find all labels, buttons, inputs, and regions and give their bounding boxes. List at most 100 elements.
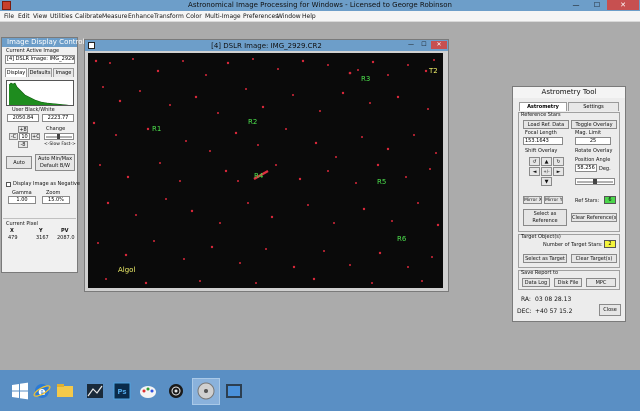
mirror-y-button[interactable]: Mirror Y xyxy=(544,196,563,204)
aip4win-icon[interactable] xyxy=(166,381,186,401)
label-r2: R2 xyxy=(248,118,257,126)
mirror-x-button[interactable]: Mirror X xyxy=(523,196,542,204)
label-t2: T2 xyxy=(428,67,438,75)
menu-color[interactable]: Color xyxy=(186,13,202,20)
dslr-close-button[interactable]: ✕ xyxy=(431,41,447,49)
dslr-maximize-button[interactable]: ☐ xyxy=(418,41,430,49)
pixel-y-value: 3167 xyxy=(36,235,49,241)
speed-slider[interactable] xyxy=(44,133,74,140)
step-field[interactable]: 10 xyxy=(19,133,30,140)
rotate-slider[interactable] xyxy=(575,178,615,185)
file-explorer-icon[interactable] xyxy=(55,381,75,401)
target-stars-count: 2 xyxy=(604,240,616,248)
minus-c-button[interactable]: -C xyxy=(9,133,18,140)
tab-image[interactable]: Image xyxy=(53,68,74,77)
menu-view[interactable]: View xyxy=(33,13,47,20)
disk-file-button[interactable]: Disk File xyxy=(554,278,582,287)
position-angle-label: Position Angle xyxy=(575,157,611,163)
shift-up-button[interactable]: ▲ xyxy=(541,157,552,166)
rotate-overlay-label: Rotate Overlay xyxy=(575,148,613,154)
dslr-minimize-button[interactable]: — xyxy=(405,41,417,49)
select-as-target-button[interactable]: Select as Target xyxy=(523,254,567,263)
close-astrometry-button[interactable]: Close xyxy=(599,304,621,316)
menu-window[interactable]: Window xyxy=(277,13,301,20)
tab-display[interactable]: Display xyxy=(5,68,27,77)
menu-help[interactable]: Help xyxy=(302,13,316,20)
reference-stars-label: Reference Stars xyxy=(521,112,561,118)
load-ref-data-button[interactable]: Load Ref. Data xyxy=(523,120,569,129)
position-angle-field[interactable]: 58.256 xyxy=(575,164,597,172)
shift-down-button[interactable]: ▼ xyxy=(541,177,552,186)
menu-measure[interactable]: Measure xyxy=(102,13,128,20)
tab-settings[interactable]: Settings xyxy=(568,102,619,111)
black-value-field[interactable]: 2050.84 xyxy=(7,114,39,122)
astrometry-title: Astrometry Tool xyxy=(513,87,625,98)
mpc-button[interactable]: MPC xyxy=(586,278,616,287)
gamma-field[interactable]: 1.00 xyxy=(8,196,36,204)
shift-left-button[interactable]: ◄ xyxy=(529,167,540,176)
spectrum-icon[interactable] xyxy=(85,381,105,401)
focal-length-field[interactable]: 153.1643 xyxy=(523,137,563,145)
select-as-reference-button[interactable]: Select as Reference xyxy=(523,209,567,226)
minus8-button[interactable]: -8 xyxy=(18,141,28,148)
menu-enhance[interactable]: Enhance xyxy=(128,13,154,20)
menu-multi-image[interactable]: Multi-Image xyxy=(205,13,241,20)
taskbar: e Ps xyxy=(0,370,640,411)
plus-c-button[interactable]: +C xyxy=(31,133,40,140)
internet-explorer-icon[interactable]: e xyxy=(32,381,52,401)
star-field-image[interactable]: R3 T2 R1 R2 R4 R5 R6 Algol xyxy=(88,53,443,288)
current-active-image-label: Current Active Image xyxy=(6,48,60,54)
rotate-left-button[interactable]: ↺ xyxy=(529,157,540,166)
image-display-control-panel: Image Display Control Current Active Ima… xyxy=(1,37,84,273)
active-image-select[interactable]: [4] DSLR Image: IMG_2929 xyxy=(5,55,75,64)
label-r6: R6 xyxy=(397,235,407,243)
mag-limit-field[interactable]: 25 xyxy=(575,137,611,145)
menu-file[interactable]: File xyxy=(4,13,14,20)
white-value-field[interactable]: 2223.77 xyxy=(42,114,74,122)
ra-value: 03 08 28.13 xyxy=(535,296,572,303)
display-negative-checkbox[interactable] xyxy=(6,182,11,187)
panel-title: Image Display Control xyxy=(2,38,84,47)
deg-label: Deg. xyxy=(599,166,611,172)
zoom-field[interactable]: 15.0% xyxy=(42,196,70,204)
menu-transform[interactable]: Transform xyxy=(154,13,184,20)
windows-start-icon[interactable] xyxy=(10,381,30,401)
auto-button[interactable]: Auto xyxy=(6,156,32,169)
menu-preferences[interactable]: Preferences xyxy=(243,13,278,20)
minimize-button[interactable]: — xyxy=(566,0,586,10)
svg-text:Ps: Ps xyxy=(117,388,126,396)
label-r5: R5 xyxy=(377,178,386,186)
close-button[interactable]: ✕ xyxy=(607,0,639,10)
ra-label: RA: xyxy=(521,296,531,303)
dslr-image-window: [4] DSLR Image: IMG_2929.CR2 — ☐ ✕ R3 T2… xyxy=(84,39,449,292)
dvd-icon[interactable] xyxy=(196,381,216,401)
menu-utilities[interactable]: Utilities xyxy=(50,13,73,20)
menu-edit[interactable]: Edit xyxy=(18,13,30,20)
data-log-button[interactable]: Data Log xyxy=(522,278,550,287)
maximize-button[interactable]: ☐ xyxy=(588,0,606,10)
ref-stars-label: Ref Stars: xyxy=(575,198,600,204)
shift-right-button[interactable]: ► xyxy=(553,167,564,176)
media-icon[interactable] xyxy=(224,381,244,401)
rotate-right-button[interactable]: ↻ xyxy=(553,157,564,166)
histogram-graph xyxy=(8,82,69,105)
tab-defaults[interactable]: Defaults xyxy=(28,68,52,77)
paint-icon[interactable] xyxy=(138,381,158,401)
change-label: Change xyxy=(46,126,66,132)
label-r3: R3 xyxy=(361,75,370,83)
shift-center-button[interactable]: +/- xyxy=(541,167,552,176)
clear-references-button[interactable]: Clear Reference(s) xyxy=(571,213,617,222)
number-of-target-stars-label: Number of Target Stars: xyxy=(543,242,603,248)
mag-limit-label: Mag. Limit xyxy=(575,130,602,136)
clear-targets-button[interactable]: Clear Target(s) xyxy=(571,254,617,263)
tab-astrometry[interactable]: Astrometry xyxy=(519,102,567,111)
auto-minmax-button[interactable]: Auto Min/Max Default B/W xyxy=(35,154,75,171)
divider xyxy=(3,218,76,219)
pixel-pv-value: 2087.0 xyxy=(57,235,75,241)
menu-calibrate[interactable]: Calibrate xyxy=(75,13,102,20)
plus8-button[interactable]: +8 xyxy=(18,126,28,133)
photoshop-icon[interactable]: Ps xyxy=(112,381,132,401)
toggle-overlay-button[interactable]: Toggle Overlay xyxy=(571,120,617,129)
dslr-title: [4] DSLR Image: IMG_2929.CR2 xyxy=(211,42,322,50)
rotate-slider-track xyxy=(577,179,613,184)
